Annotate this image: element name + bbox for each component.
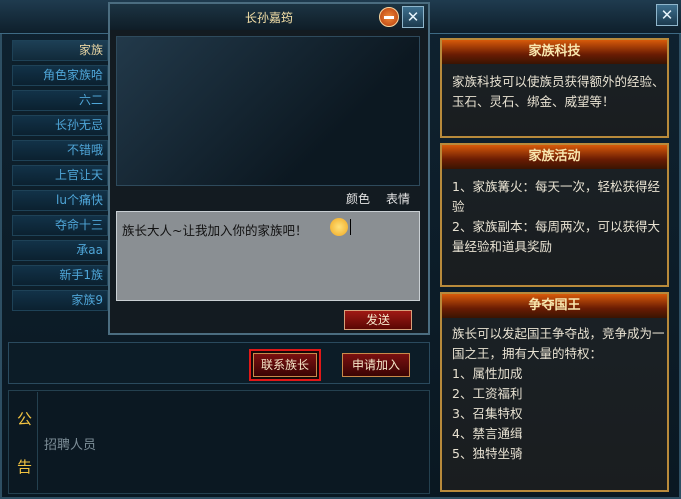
panel-text: 4、禁言通缉	[452, 426, 523, 441]
smiley-emoji-icon	[330, 218, 348, 236]
contact-leader-label: 联系族长	[253, 353, 317, 377]
minimize-icon[interactable]	[379, 7, 399, 27]
panel-text: 家族科技可以使族员获得额外的经验、玉石、灵石、绑金、威望等！	[452, 74, 665, 109]
notice-title-char: 公	[17, 410, 33, 428]
notice-title-char: 告	[17, 458, 33, 476]
list-item[interactable]: 新手1族	[12, 265, 108, 286]
panel-text: 3、召集特权	[452, 406, 523, 421]
list-item[interactable]: 六二	[12, 90, 108, 111]
panel-text: 族长可以发起国王争夺战，竞争成为一国之王，拥有大量的特权：	[452, 326, 665, 361]
panel-title: 争夺国王	[442, 294, 667, 318]
panel-text: 2、工资福利	[452, 386, 523, 401]
close-icon[interactable]: ✕	[656, 4, 678, 26]
list-item[interactable]: 角色家族哈	[12, 65, 108, 86]
panel-title: 家族科技	[442, 40, 667, 64]
notice-text: 招聘人员	[44, 438, 97, 453]
color-button[interactable]: 颜色	[340, 190, 376, 208]
list-item[interactable]: 不错哦	[12, 140, 108, 161]
contact-leader-button[interactable]: 联系族长	[249, 349, 321, 381]
panel-title: 家族活动	[442, 145, 667, 169]
panel-text: 1、家族篝火：每天一次，轻松获得经验	[452, 179, 660, 214]
list-item[interactable]: 上官让天	[12, 165, 108, 186]
close-icon[interactable]: ✕	[402, 6, 424, 28]
member-list: 家族 角色家族哈 六二 长孙无忌 不错哦 上官让天 lu个痛快 夺命十三 承aa…	[12, 40, 108, 311]
list-item[interactable]: 夺命十三	[12, 215, 108, 236]
list-item[interactable]: 承aa	[12, 240, 108, 261]
list-item[interactable]: 家族	[12, 40, 108, 61]
text-caret	[350, 219, 351, 235]
list-item[interactable]: lu个痛快	[12, 190, 108, 211]
panel-text: 5、独特坐骑	[452, 446, 523, 461]
message-input-text: 族长大人~让我加入你的家族吧！	[122, 223, 308, 238]
panel-text: 2、家族副本：每周两次，可以获得大量经验和道具奖励	[452, 219, 660, 254]
send-button[interactable]: 发送	[344, 310, 412, 330]
list-item[interactable]: 长孙无忌	[12, 115, 108, 136]
panel-text: 1、属性加成	[452, 366, 523, 381]
list-item[interactable]: 家族9	[12, 290, 108, 311]
emoji-button[interactable]: 表情	[380, 190, 416, 208]
apply-join-button[interactable]: 申请加入	[342, 353, 410, 377]
message-history	[116, 36, 420, 186]
